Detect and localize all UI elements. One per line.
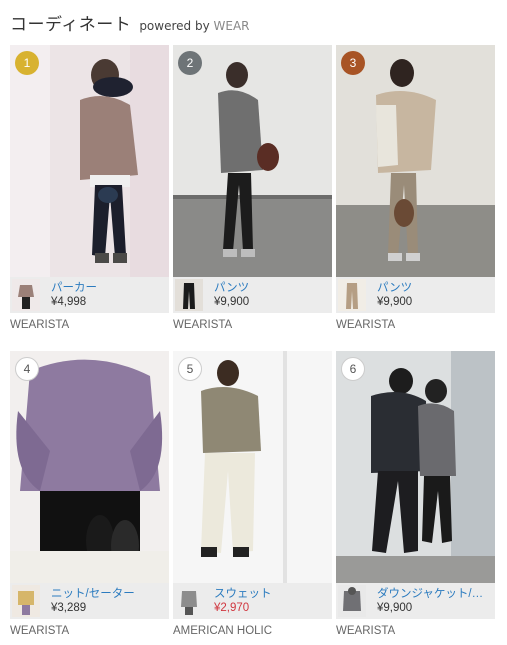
outfit-photo-image: [336, 351, 495, 583]
coordinate-photo-1[interactable]: 1: [10, 45, 169, 277]
rank-badge-6: 6: [341, 357, 365, 381]
item-price-6: ¥9,900: [377, 602, 413, 614]
featured-item-4[interactable]: ニット/セーター ¥3,289: [10, 583, 169, 619]
rank-badge-3: 3: [341, 51, 365, 75]
outfit-photo-image: [10, 45, 169, 277]
item-thumbnail-5: [175, 585, 203, 617]
outfit-photo-image: [173, 351, 332, 583]
item-thumbnail-4: [12, 585, 40, 617]
item-price-5: ¥2,970: [214, 602, 250, 614]
item-category-2[interactable]: パンツ: [214, 281, 328, 295]
item-category-5[interactable]: スウェット: [214, 587, 328, 601]
brand-name-6[interactable]: WEARISTA: [336, 625, 395, 637]
coordinate-photo-6[interactable]: 6: [336, 351, 495, 583]
coordinate-card-1[interactable]: 1 パーカー ¥4,998 WEARISTA: [10, 45, 169, 331]
section-header: コーディネート powered by WEAR: [10, 10, 250, 35]
coordinate-card-5[interactable]: 5 スウェット ¥2,970 AMERICAN HOLIC: [173, 351, 332, 637]
item-thumbnail-2: [175, 279, 203, 311]
brand-name-1[interactable]: WEARISTA: [10, 319, 69, 331]
brand-name-2[interactable]: WEARISTA: [173, 319, 232, 331]
coordinate-photo-4[interactable]: 4: [10, 351, 169, 583]
outfit-photo-image: [173, 45, 332, 277]
powered-by-label: powered by WEAR: [139, 19, 249, 33]
rank-badge-1: 1: [15, 51, 39, 75]
brand-name-4[interactable]: WEARISTA: [10, 625, 69, 637]
item-thumbnail-3: [338, 279, 366, 311]
rank-badge-2: 2: [178, 51, 202, 75]
item-price-1: ¥4,998: [51, 296, 87, 308]
outfit-photo-image: [10, 351, 169, 583]
outfit-photo-image: [336, 45, 495, 277]
wear-brand-link[interactable]: WEAR: [214, 19, 250, 33]
coordinate-photo-3[interactable]: 3: [336, 45, 495, 277]
featured-item-3[interactable]: パンツ ¥9,900: [336, 277, 495, 313]
brand-name-5[interactable]: AMERICAN HOLIC: [173, 625, 272, 637]
rank-badge-5: 5: [178, 357, 202, 381]
item-category-3[interactable]: パンツ: [377, 281, 491, 295]
featured-item-5[interactable]: スウェット ¥2,970: [173, 583, 332, 619]
item-thumbnail-6: [338, 585, 366, 617]
powered-by-prefix: powered by: [139, 19, 210, 33]
brand-name-3[interactable]: WEARISTA: [336, 319, 395, 331]
coordinate-card-4[interactable]: 4 ニット/セーター ¥3,289 WEARISTA: [10, 351, 169, 637]
item-price-2: ¥9,900: [214, 296, 250, 308]
item-category-1[interactable]: パーカー: [51, 281, 165, 295]
rank-badge-4: 4: [15, 357, 39, 381]
coordinate-photo-2[interactable]: 2: [173, 45, 332, 277]
coordinate-card-2[interactable]: 2 パンツ ¥9,900 WEARISTA: [173, 45, 332, 331]
section-title: コーディネート: [10, 15, 132, 35]
item-price-3: ¥9,900: [377, 296, 413, 308]
item-thumbnail-1: [12, 279, 40, 311]
item-category-4[interactable]: ニット/セーター: [51, 587, 165, 601]
featured-item-1[interactable]: パーカー ¥4,998: [10, 277, 169, 313]
featured-item-2[interactable]: パンツ ¥9,900: [173, 277, 332, 313]
coordinate-card-3[interactable]: 3 パンツ ¥9,900 WEARISTA: [336, 45, 495, 331]
item-price-4: ¥3,289: [51, 602, 87, 614]
coordinate-photo-5[interactable]: 5: [173, 351, 332, 583]
item-category-6[interactable]: ダウンジャケット/コート: [377, 587, 491, 601]
featured-item-6[interactable]: ダウンジャケット/コート ¥9,900: [336, 583, 495, 619]
coordinate-card-6[interactable]: 6 ダウンジャケット/コート ¥9,900 WEARISTA: [336, 351, 495, 637]
